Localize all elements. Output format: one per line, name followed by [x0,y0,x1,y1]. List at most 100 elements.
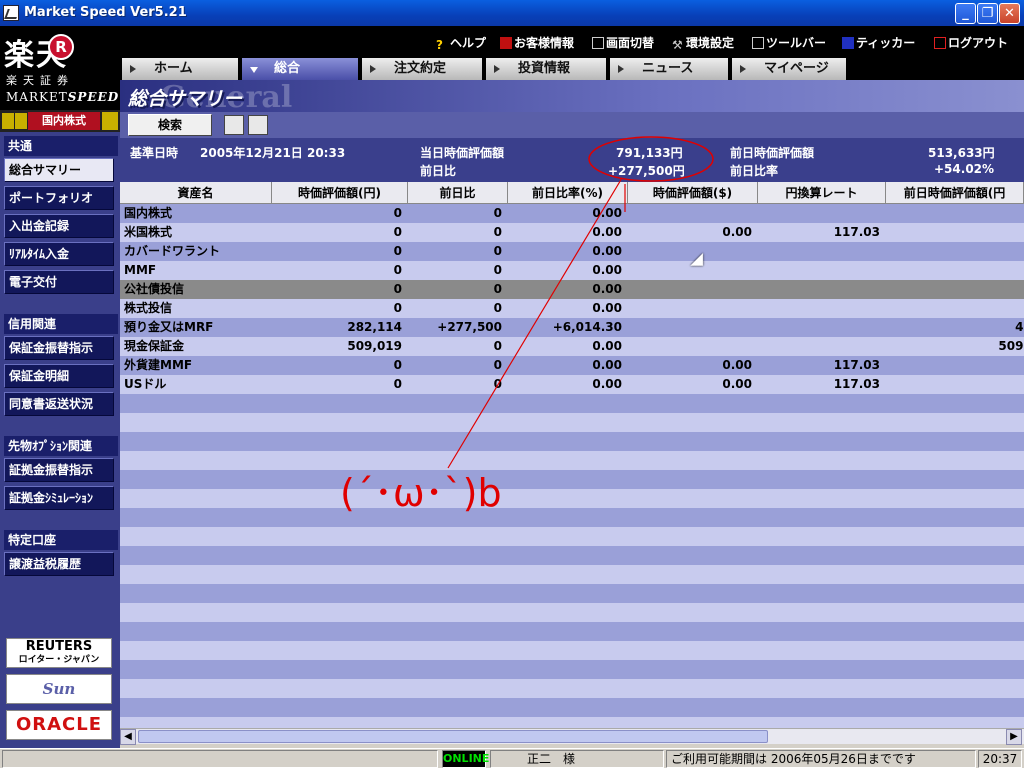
tab-news[interactable]: ニュース [610,58,730,80]
table-row [120,717,1024,728]
prev-value-label: 前日時価評価額 [730,146,815,160]
table-cell: +277,500 [437,320,502,334]
scroll-thumb[interactable] [138,730,768,743]
sidebar-item[interactable]: 電子交付 [4,270,114,294]
sidebar-item[interactable]: 総合サマリー [4,158,114,182]
scroll-right-icon[interactable]: ▶ [1006,729,1022,745]
app-icon[interactable] [3,5,19,21]
sidebar-item[interactable]: 入出金記録 [4,214,114,238]
table-cell [628,318,758,337]
scroll-left-icon[interactable]: ◀ [120,729,136,745]
sun-logo[interactable]: Sun [6,674,112,704]
table-row[interactable]: USドル 0 0 0.00 0.00 117.03 [120,375,1024,394]
maximize-button[interactable]: ❐ [977,3,998,24]
table-row[interactable]: 株式投信 0 0 0.00 [120,299,1024,318]
tab-mypage[interactable]: マイページ [732,58,848,80]
date-label: 基準日時 [130,146,179,160]
help-link[interactable]: ? ヘルプ [436,34,486,52]
date-value: 2005年12月21日 20:33 [200,146,346,160]
toolbar-link[interactable]: ツールバー [752,34,826,51]
table-cell [758,299,886,318]
table-cell: 0 [493,206,502,220]
column-header[interactable]: 資産名 [120,182,272,204]
sidebar-item[interactable]: 証拠金振替指示 [4,458,114,482]
sidebar-item[interactable]: 譲渡益税履歴 [4,552,114,576]
screen-switch-link[interactable]: 画面切替 [592,34,654,51]
table-cell: 株式投信 [124,301,173,315]
table-row [120,546,1024,565]
horizontal-scrollbar[interactable]: ◀ ▶ [120,728,1024,745]
oracle-logo[interactable]: ORACLE [6,710,112,740]
table-row[interactable]: MMF 0 0 0.00 [120,261,1024,280]
tab-home[interactable]: ホーム [122,58,240,80]
table-cell [628,242,758,261]
sidebar-item[interactable]: 保証金振替指示 [4,336,114,360]
prev-arrow-icon[interactable] [2,113,14,129]
settings-link[interactable]: ⚒ 環境設定 [672,34,734,52]
column-header[interactable]: 円換算レート [758,182,886,204]
logout-link[interactable]: ログアウト [934,34,1008,51]
reuters-logo[interactable]: REUTERS ロイター・ジャパン [6,638,112,668]
market-select-label[interactable]: 国内株式 [28,112,100,130]
column-header[interactable]: 前日時価評価額(円 [886,182,1024,204]
table-row[interactable]: 預り金又はMRF 282,114 +277,500 +6,014.30 4, [120,318,1024,337]
minimize-button[interactable]: _ [955,3,976,24]
table-cell: 0 [493,263,502,277]
copy-icon[interactable] [248,115,268,135]
table-row[interactable]: 現金保証金 509,019 0 0.00 509, [120,337,1024,356]
table-cell: 509, [998,339,1024,353]
ticker-link[interactable]: ティッカー [842,34,915,51]
table-cell: 0.00 [592,339,622,353]
table-cell: 0.00 [592,358,622,372]
close-button[interactable]: ✕ [999,3,1020,24]
ratio-value: +54.02% [934,162,995,176]
next-arrow-icon[interactable] [15,113,27,129]
table-row[interactable]: 国内株式 0 0 0.00 [120,204,1024,223]
tab-summary[interactable]: 総合 [242,58,360,80]
table-row[interactable]: カバードワラント 0 0 0.00 [120,242,1024,261]
column-header[interactable]: 前日比 [408,182,508,204]
sidebar-section-header: 信用関連 [4,314,118,334]
column-header[interactable]: 前日比率(%) [508,182,628,204]
help-icon: ? [436,38,443,52]
summary-panel: 基準日時 2005年12月21日 20:33 当日時価評価額 791,133円 … [120,138,1024,182]
sidebar-item[interactable]: 同意書返送状況 [4,392,114,416]
sidebar-item[interactable]: 証拠金ｼﾐｭﾚｰｼｮﾝ [4,486,114,510]
tab-orders[interactable]: 注文約定 [362,58,484,80]
status-bar: ONLINE 正二 様 ご利用可能期間は 2006年05月26日までです 20:… [0,748,1024,768]
table-cell [758,261,886,280]
table-cell [758,242,886,261]
usage-period: ご利用可能期間は 2006年05月26日までです [666,750,976,768]
table-row[interactable]: 米国株式 0 0 0.00 0.00 117.03 [120,223,1024,242]
sidebar-item[interactable]: ポートフォリオ [4,186,114,210]
chevron-down-icon[interactable] [102,112,118,130]
table-cell: 0 [493,282,502,296]
table-cell: 0 [393,358,402,372]
table-row [120,432,1024,451]
tab-investment-info[interactable]: 投資情報 [486,58,608,80]
table-cell: 0.00 [592,244,622,258]
save-icon[interactable] [224,115,244,135]
table-row [120,603,1024,622]
table-cell: 0.00 [722,358,752,372]
change-label: 前日比 [420,164,457,178]
column-header[interactable]: 時価評価額($) [628,182,758,204]
column-header[interactable]: 時価評価額(円) [272,182,408,204]
search-button[interactable]: 検索 [128,114,212,136]
table-cell [886,375,1024,394]
content-toolbar: 検索 [120,112,1024,138]
page-title: 総合サマリー [128,88,243,110]
table-row[interactable]: 公社債投信 0 0 0.00 [120,280,1024,299]
tab-arrow-icon [618,65,624,73]
current-value: 791,133円 [616,146,683,160]
table-cell [628,280,758,299]
table-row[interactable]: 外貨建MMF 0 0 0.00 0.00 117.03 [120,356,1024,375]
customer-info-link[interactable]: お客様情報 [500,34,574,51]
sidebar-item[interactable]: 保証金明細 [4,364,114,388]
table-cell: 117.03 [833,358,880,372]
change-value: +277,500円 [608,164,685,178]
table-cell [758,204,886,223]
table-cell: 0 [493,301,502,315]
sidebar-item[interactable]: ﾘｱﾙﾀｲﾑ入金 [4,242,114,266]
table-cell [628,204,758,223]
